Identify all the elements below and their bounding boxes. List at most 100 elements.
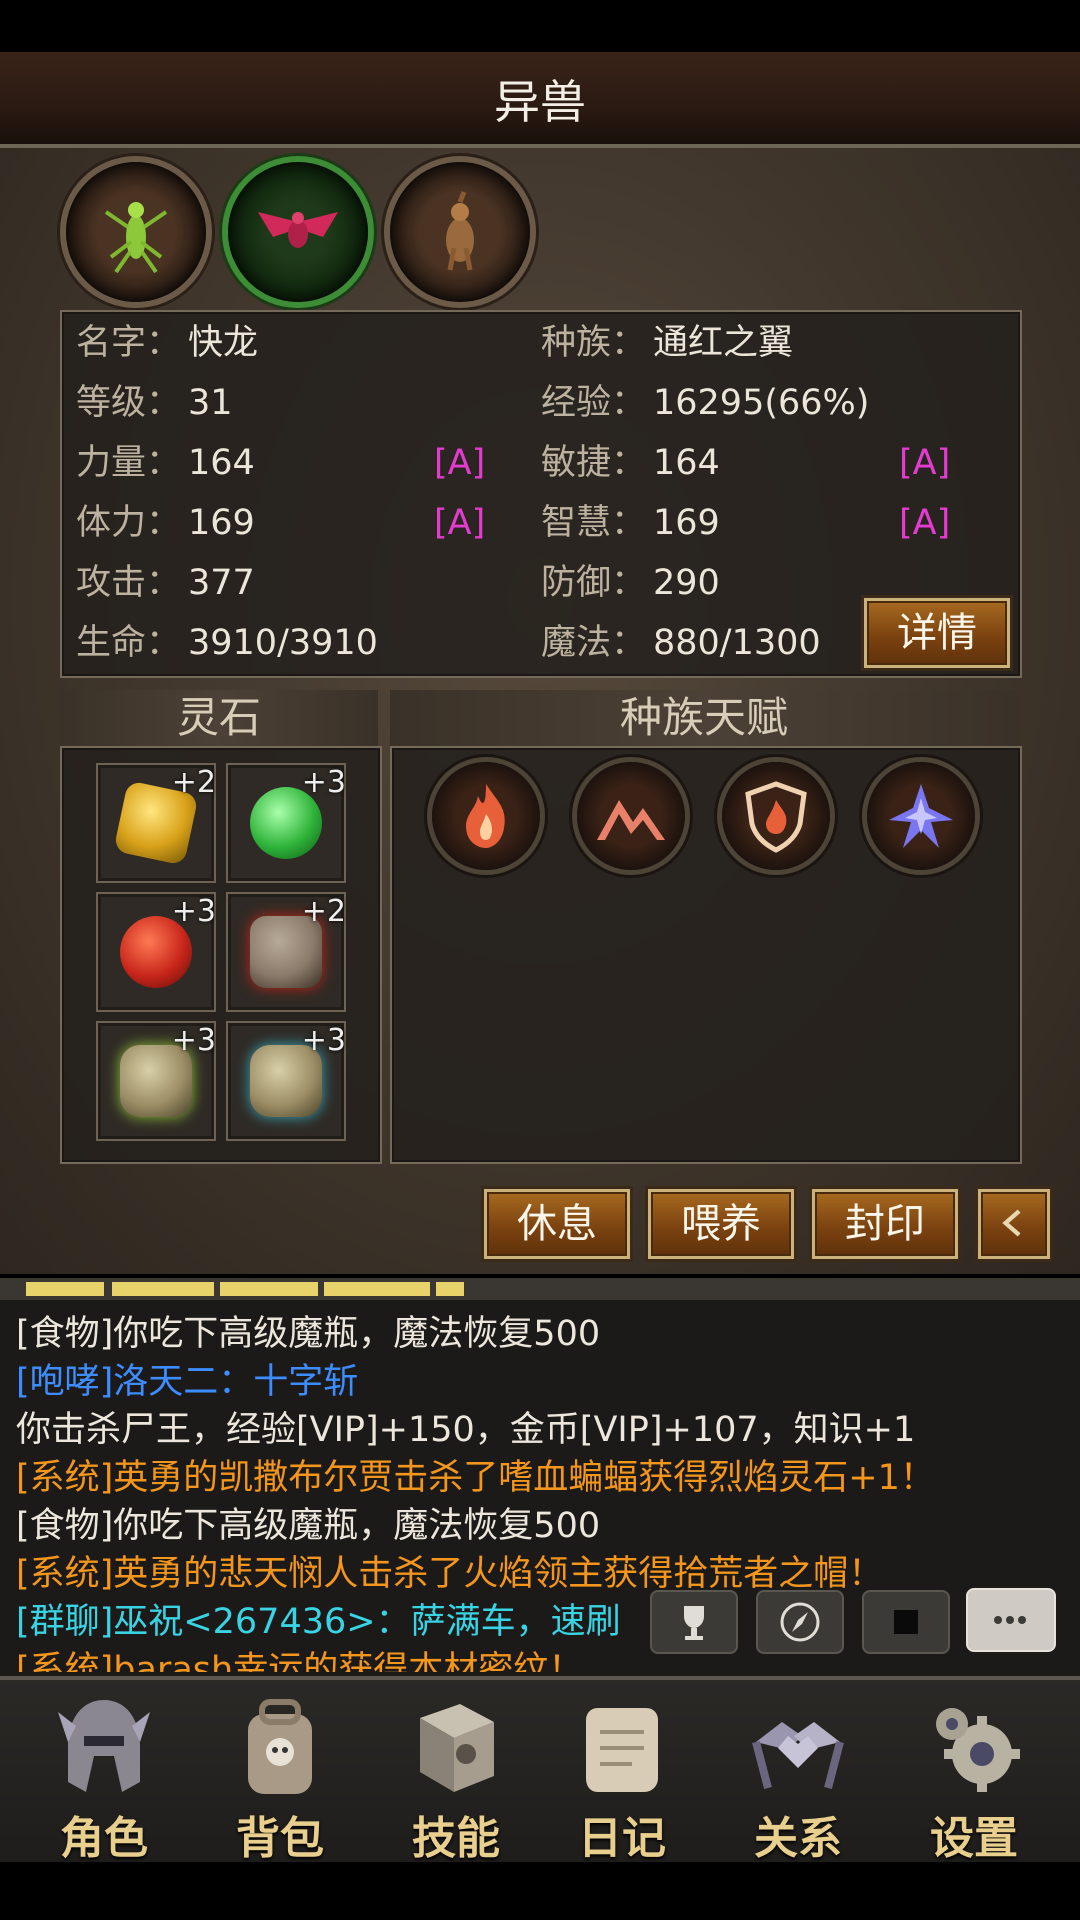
- slot-level: +3: [171, 1023, 216, 1058]
- stat-label: 种族：: [541, 323, 647, 363]
- nav-diary[interactable]: 日记: [552, 1690, 692, 1864]
- stat-label: 等级：: [76, 383, 182, 423]
- gear-icon: [936, 1708, 1020, 1792]
- rest-button[interactable]: 休息: [484, 1189, 630, 1259]
- nav-character[interactable]: 角色: [34, 1690, 174, 1864]
- wis-allocate-tag[interactable]: [A]: [899, 495, 950, 551]
- chat-line: [系统]英勇的凯撒布尔贾击杀了嗜血蝙蝠获得烈焰灵石+1！: [16, 1458, 935, 1498]
- square-icon: [894, 1610, 918, 1634]
- back-button[interactable]: [978, 1189, 1050, 1259]
- stat-label: 经验：: [541, 383, 647, 423]
- spirit-slot-1[interactable]: +2: [96, 763, 216, 883]
- str-allocate-tag[interactable]: [A]: [434, 435, 485, 491]
- feed-button[interactable]: 喂养: [648, 1189, 794, 1259]
- stat-value: 169: [188, 503, 255, 543]
- stat-value: 快龙: [188, 323, 259, 363]
- detail-button[interactable]: 详情: [864, 598, 1010, 668]
- spirit-slot-5[interactable]: +3: [96, 1021, 216, 1141]
- exp-segment: [112, 1282, 214, 1296]
- agi-allocate-tag[interactable]: [A]: [899, 435, 950, 491]
- stat-value: 31: [188, 383, 233, 423]
- title-bar: 异兽: [0, 52, 1080, 156]
- slot-level: +3: [171, 894, 216, 929]
- stat-label: 力量：: [76, 443, 182, 483]
- seal-button[interactable]: 封印: [812, 1189, 958, 1259]
- stat-label: 防御：: [541, 563, 647, 603]
- stat-value: 377: [188, 563, 255, 603]
- nav-skills[interactable]: 技能: [386, 1690, 526, 1864]
- talent-mountain[interactable]: [577, 762, 685, 870]
- talent-wing-sigil[interactable]: [867, 762, 975, 870]
- exp-segment: [324, 1282, 430, 1296]
- trophy-icon: [684, 1606, 704, 1640]
- stat-label: 生命：: [76, 623, 182, 663]
- stat-wis: 智慧： 169: [541, 495, 720, 551]
- wing-sigil-icon: [889, 784, 953, 848]
- pet-avatar-red-wing[interactable]: [228, 162, 368, 302]
- stat-mp: 魔法： 880/1300: [541, 615, 821, 671]
- skill-book-icon: [420, 1704, 494, 1792]
- pet-avatar-beast[interactable]: [390, 162, 530, 302]
- pet-avatar-mantis[interactable]: [66, 162, 206, 302]
- stat-value: 880/1300: [653, 623, 821, 663]
- stat-label: 体力：: [76, 503, 182, 543]
- chat-line: 你击杀尸王，经验[VIP]+150，金币[VIP]+107，知识+1: [16, 1410, 916, 1450]
- talent-fire[interactable]: [432, 762, 540, 870]
- stat-agi: 敏捷： 164: [541, 435, 720, 491]
- stat-value: 164: [653, 443, 720, 483]
- stat-label: 智慧：: [541, 503, 647, 543]
- handshake-icon: [752, 1722, 844, 1790]
- chat-line: [群聊]巫祝<267436>：萨满车，速刷: [16, 1602, 621, 1642]
- stat-label: 魔法：: [541, 623, 647, 663]
- trophy-button[interactable]: [650, 1590, 738, 1654]
- chat-line: [食物]你吃下高级魔瓶，魔法恢复500: [16, 1506, 601, 1546]
- racial-talent-header: 种族天赋: [390, 690, 1018, 746]
- nav-label: 关系: [754, 1813, 842, 1864]
- chat-line: [系统]英勇的悲天悯人击杀了火焰领主获得拾荒者之帽！: [16, 1554, 884, 1594]
- helmet-icon: [58, 1700, 150, 1792]
- slot-level: +3: [301, 765, 346, 800]
- spirit-slot-3[interactable]: +3: [96, 892, 216, 1012]
- nav-backpack[interactable]: 背包: [210, 1690, 350, 1864]
- stop-button[interactable]: [862, 1590, 950, 1654]
- nav-settings[interactable]: 设置: [904, 1690, 1044, 1864]
- stat-level: 等级： 31: [76, 375, 233, 431]
- talent-fire-shield[interactable]: [722, 762, 830, 870]
- stat-atk: 攻击： 377: [76, 555, 255, 611]
- stat-exp: 经验： 16295(66%): [541, 375, 869, 431]
- slot-level: +2: [171, 765, 216, 800]
- stat-value: 290: [653, 563, 720, 603]
- stat-name: 名字： 快龙: [76, 315, 258, 371]
- stat-label: 攻击：: [76, 563, 182, 603]
- chat-line: [食物]你吃下高级魔瓶，魔法恢复500: [16, 1314, 601, 1354]
- mantis-icon: [104, 202, 168, 274]
- nav-label: 技能: [412, 1813, 500, 1864]
- nav-relations[interactable]: 关系: [728, 1690, 868, 1864]
- chat-line: [咆哮]洛天二：十字斩: [16, 1362, 359, 1402]
- stat-vit: 体力： 169: [76, 495, 255, 551]
- spirit-slot-4[interactable]: +2: [226, 892, 346, 1012]
- slot-level: +2: [301, 894, 346, 929]
- chat-bubble-button[interactable]: [966, 1588, 1056, 1652]
- backpack-icon: [248, 1699, 312, 1794]
- beast-icon: [446, 191, 474, 271]
- chevron-left-icon: [1002, 1209, 1021, 1237]
- stat-value: 169: [653, 503, 720, 543]
- stat-race: 种族： 通红之翼: [541, 315, 793, 371]
- nav-label: 日记: [578, 1813, 666, 1864]
- chat-line: [系统]barash幸运的获得本材密纹！: [16, 1650, 584, 1672]
- exp-segment: [220, 1282, 318, 1296]
- page-title: 异兽: [494, 75, 586, 129]
- screen: 异兽 名字： 快龙 种族： 通红之翼 等级： 31 经验： 16295(66%) 力量：…: [0, 0, 1080, 1920]
- spirit-slot-6[interactable]: +3: [226, 1021, 346, 1141]
- exp-segment: [26, 1282, 104, 1296]
- chat-bubble-icon: [994, 1616, 1026, 1624]
- spirit-slot-2[interactable]: +3: [226, 763, 346, 883]
- fire-shield-icon: [745, 781, 807, 853]
- spirit-stone-header: 灵石: [60, 690, 378, 746]
- stat-def: 防御： 290: [541, 555, 720, 611]
- stat-label: 敏捷：: [541, 443, 647, 483]
- compass-button[interactable]: [756, 1590, 844, 1654]
- compass-icon: [780, 1602, 820, 1642]
- vit-allocate-tag[interactable]: [A]: [434, 495, 485, 551]
